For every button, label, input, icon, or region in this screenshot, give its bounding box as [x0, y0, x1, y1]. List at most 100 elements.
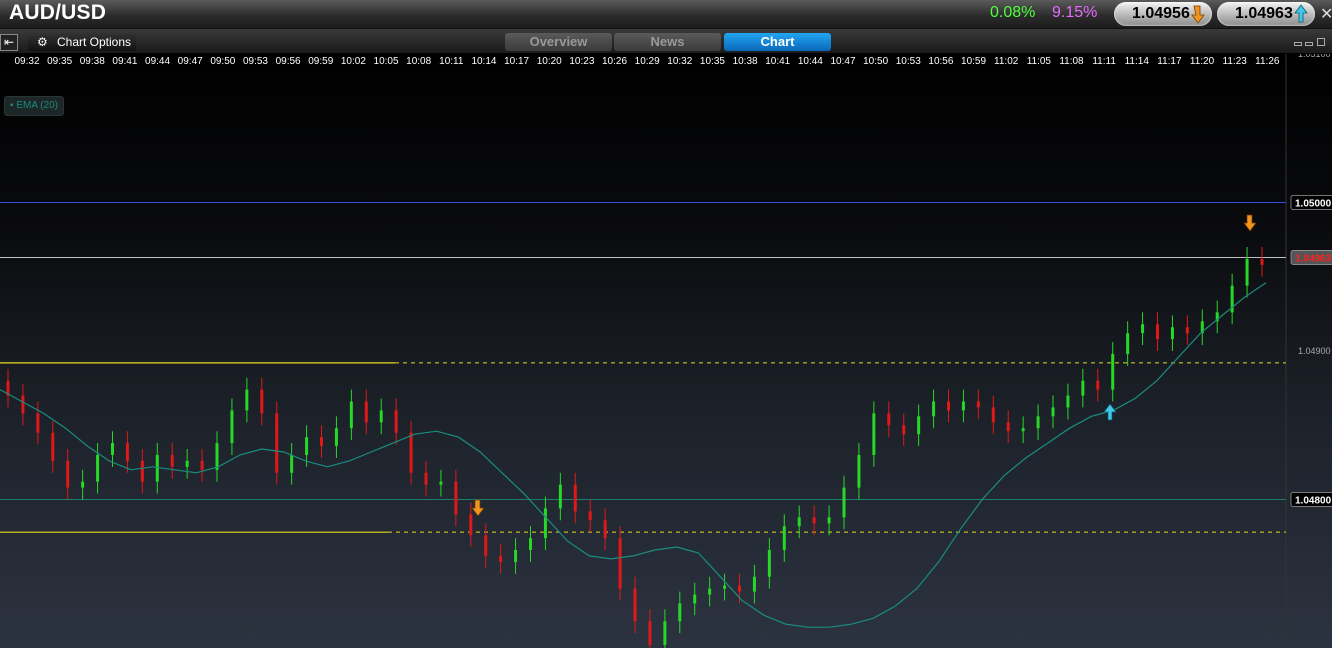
level-1.05000-label: 1.05000 — [1295, 199, 1332, 210]
candle-up — [767, 549, 771, 577]
chart-options-label: Chart Options — [57, 35, 132, 49]
candle-up — [693, 594, 697, 604]
candle-up — [797, 517, 801, 527]
candle-up — [723, 585, 727, 589]
x-tick-label: 09:41 — [112, 56, 137, 67]
bid-price: 1.04956 — [1132, 5, 1190, 22]
candle-down — [140, 460, 144, 482]
close-icon[interactable]: ✕ — [1320, 4, 1332, 24]
candle-up — [857, 454, 861, 488]
buy-price-button[interactable]: 1.04963 — [1217, 2, 1315, 26]
candle-down — [200, 460, 204, 470]
candle-down — [1156, 324, 1159, 340]
x-tick-label: 09:59 — [308, 56, 333, 67]
candle-up — [349, 401, 353, 429]
x-tick-label: 09:35 — [47, 56, 72, 67]
level-current-label: 1.04963 — [1295, 253, 1332, 264]
candle-up — [215, 443, 219, 470]
chart-toolbar: ⇤ ⚙ Chart Options Overview News Chart — [0, 29, 1332, 54]
candle-down — [603, 520, 607, 539]
candle-down — [738, 585, 741, 592]
chart-options-button[interactable]: ⚙ Chart Options — [28, 33, 136, 51]
candle-up — [917, 416, 921, 435]
candle-down — [902, 425, 906, 435]
x-tick-label: 10:38 — [733, 56, 758, 67]
x-tick-label: 09:32 — [14, 56, 39, 67]
x-tick-label: 09:56 — [276, 56, 301, 67]
x-tick-label: 11:20 — [1190, 56, 1215, 67]
restore-icon[interactable] — [1305, 42, 1313, 46]
chart-area[interactable]: 09:32 09:35 09:38 09:41 09:44 09:47 09:50 09:53… — [0, 54, 1332, 648]
title-bar: AUD/USD 0.08% 9.15% 1.04956 1.04963 ✕ — [0, 0, 1332, 29]
candle-down — [991, 407, 995, 423]
collapse-panel-button[interactable]: ⇤ — [0, 34, 18, 51]
x-tick-label: 09:38 — [80, 56, 105, 67]
candle-up — [842, 487, 846, 518]
x-tick-label: 11:26 — [1255, 56, 1280, 67]
candle-up — [245, 389, 249, 411]
candle-down — [394, 410, 398, 433]
candle-down — [1185, 327, 1189, 334]
candle-down — [648, 621, 652, 646]
candle-up — [678, 603, 682, 622]
candle-up — [1126, 333, 1130, 354]
candle-down — [66, 460, 70, 488]
x-tick-label: 11:02 — [994, 56, 1019, 67]
candle-up — [1141, 324, 1145, 334]
candle-down — [1260, 258, 1264, 265]
buy-signal-icon — [1103, 403, 1117, 421]
candle-up — [379, 410, 383, 423]
candle-up — [708, 588, 712, 595]
x-tick-label: 10:11 — [439, 56, 464, 67]
minimize-icon[interactable] — [1294, 42, 1302, 46]
candle-up — [543, 508, 547, 539]
sell-price-button[interactable]: 1.04956 — [1114, 2, 1212, 26]
x-tick-label: 10:44 — [798, 56, 823, 67]
candle-down — [260, 389, 264, 414]
candle-up — [529, 538, 532, 550]
x-tick-label: 10:50 — [863, 56, 888, 67]
candle-up — [439, 481, 443, 485]
candle-up — [932, 401, 936, 417]
candle-down — [588, 511, 592, 521]
candle-down — [364, 401, 368, 423]
price-chart[interactable]: 09:32 09:35 09:38 09:41 09:44 09:47 09:50 09:53… — [0, 54, 1332, 648]
candle-up — [1051, 407, 1055, 417]
candle-down — [1096, 380, 1100, 390]
candle-down — [36, 413, 40, 433]
x-tick-label: 11:05 — [1027, 56, 1052, 67]
sell-signal-icon — [471, 499, 485, 517]
candle-down — [275, 413, 279, 473]
gear-icon: ⚙ — [37, 35, 48, 49]
candle-down — [51, 432, 55, 461]
x-tick-label: 11:08 — [1059, 56, 1084, 67]
tab-overview[interactable]: Overview — [505, 33, 612, 51]
candle-up — [782, 526, 786, 550]
maximize-icon[interactable] — [1317, 38, 1325, 46]
x-tick-label: 10:59 — [961, 56, 986, 67]
x-tick-label: 11:23 — [1223, 56, 1248, 67]
candle-down — [424, 472, 428, 485]
change-percent: 0.08% — [990, 4, 1036, 21]
candle-up — [872, 413, 876, 455]
tab-chart[interactable]: Chart — [724, 33, 831, 51]
candle-up — [1081, 380, 1085, 396]
candle-up — [827, 517, 831, 524]
candle-down — [409, 432, 413, 473]
candle-down — [320, 437, 323, 447]
tab-news[interactable]: News — [614, 33, 721, 51]
candle-up — [1021, 428, 1025, 432]
y-tick-label: 1.04900 — [1298, 346, 1331, 356]
candle-up — [155, 454, 159, 482]
candle-down — [618, 538, 622, 589]
x-tick-label: 10:32 — [667, 56, 692, 67]
ema-legend[interactable]: ▪ EMA (20) — [4, 96, 65, 116]
candle-down — [484, 535, 488, 556]
x-tick-label: 10:56 — [928, 56, 953, 67]
level-1.04800-label: 1.04800 — [1295, 496, 1332, 507]
candle-down — [21, 395, 25, 414]
x-tick-label: 11:11 — [1092, 56, 1116, 67]
x-tick-label: 10:02 — [341, 56, 366, 67]
x-tick-label: 09:50 — [210, 56, 235, 67]
candle-down — [573, 484, 577, 512]
